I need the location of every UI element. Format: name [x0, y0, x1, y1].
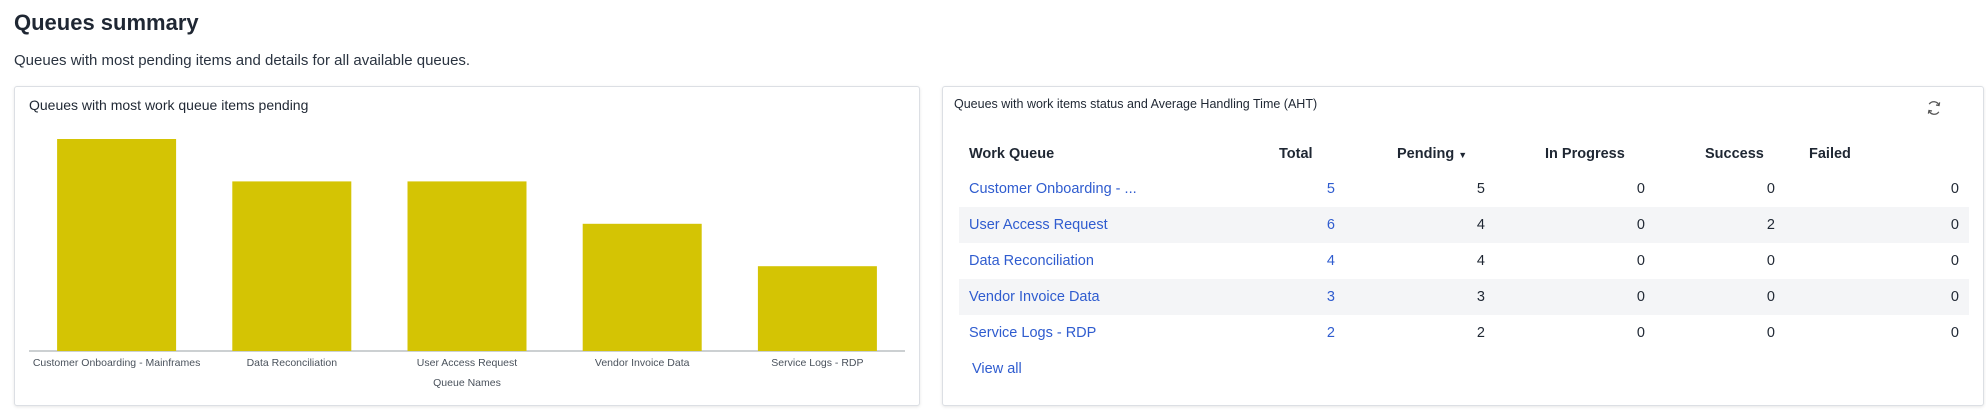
table-row: User Access Request 6 4 0 2 0 — [959, 207, 1969, 243]
table-header-row: Work Queue Total Pending ▼ In Progress Su… — [959, 137, 1969, 171]
table-row: Service Logs - RDP 2 2 0 0 0 — [959, 315, 1969, 351]
column-header-pending[interactable]: Pending ▼ — [1345, 137, 1495, 171]
table-row: Customer Onboarding - ... 5 5 0 0 0 — [959, 171, 1969, 207]
pending-value: 5 — [1476, 181, 1485, 197]
refresh-icon[interactable] — [1925, 99, 1943, 117]
success-value: 0 — [1766, 181, 1775, 197]
column-header-failed[interactable]: Failed — [1785, 137, 1969, 171]
work-queue-table: Work Queue Total Pending ▼ In Progress Su… — [959, 137, 1969, 351]
chart-bar[interactable] — [232, 181, 352, 351]
in-progress-value: 0 — [1495, 279, 1655, 315]
in-progress-value: 0 — [1636, 325, 1645, 341]
queue-status-table-card: Queues with work items status and Averag… — [942, 86, 1984, 406]
success-value: 2 — [1655, 207, 1785, 243]
failed-value: 0 — [1785, 207, 1969, 243]
chart-bar[interactable] — [582, 223, 702, 351]
pending-value: 4 — [1476, 253, 1485, 269]
pending-value: 2 — [1476, 325, 1485, 341]
pending-queues-bar-chart: Customer Onboarding - Mainframes Data Rec… — [29, 139, 905, 389]
x-axis-title: Queue Names — [433, 377, 501, 389]
queue-link[interactable]: User Access Request — [969, 217, 1108, 233]
column-header-pending-label: Pending — [1397, 146, 1455, 162]
total-link[interactable]: 5 — [1327, 181, 1335, 197]
page-subtitle: Queues with most pending items and detai… — [14, 52, 471, 69]
x-tick-label: Vendor Invoice Data — [595, 357, 690, 369]
success-value: 0 — [1655, 279, 1785, 315]
queue-link[interactable]: Service Logs - RDP — [969, 325, 1096, 341]
failed-value: 0 — [1950, 181, 1959, 197]
column-header-total[interactable]: Total — [1269, 137, 1345, 171]
failed-value: 0 — [1950, 253, 1959, 269]
failed-value: 0 — [1950, 325, 1959, 341]
column-header-success[interactable]: Success — [1655, 137, 1785, 171]
queue-link[interactable]: Data Reconciliation — [969, 253, 1094, 269]
success-value: 0 — [1766, 253, 1775, 269]
table-row: Data Reconciliation 4 4 0 0 0 — [959, 243, 1969, 279]
x-tick-label: Data Reconciliation — [247, 357, 338, 369]
x-tick-label: Service Logs - RDP — [771, 357, 863, 369]
chart-bar[interactable] — [757, 266, 877, 351]
in-progress-value: 0 — [1636, 253, 1645, 269]
table-card-title: Queues with work items status and Averag… — [954, 97, 1318, 111]
chart-bar[interactable] — [407, 181, 527, 351]
in-progress-value: 0 — [1495, 207, 1655, 243]
x-tick-label: User Access Request — [417, 357, 517, 369]
pending-value: 3 — [1345, 279, 1495, 315]
pending-queues-chart-card: Queues with most work queue items pendin… — [14, 86, 920, 406]
column-header-in-progress[interactable]: In Progress — [1495, 137, 1655, 171]
view-all-link[interactable]: View all — [972, 361, 1022, 377]
column-header-work-queue[interactable]: Work Queue — [959, 137, 1269, 171]
page-title: Queues summary — [14, 10, 199, 35]
x-tick-label: Customer Onboarding - Mainframes — [33, 357, 200, 369]
chart-bar[interactable] — [57, 139, 177, 351]
queue-link[interactable]: Customer Onboarding - ... — [969, 181, 1137, 197]
queue-link[interactable]: Vendor Invoice Data — [969, 289, 1100, 305]
total-link[interactable]: 6 — [1327, 217, 1335, 233]
success-value: 0 — [1766, 325, 1775, 341]
pending-value: 4 — [1345, 207, 1495, 243]
total-link[interactable]: 4 — [1327, 253, 1335, 269]
total-link[interactable]: 3 — [1327, 289, 1335, 305]
caret-down-icon: ▼ — [1458, 150, 1468, 160]
table-row: Vendor Invoice Data 3 3 0 0 0 — [959, 279, 1969, 315]
failed-value: 0 — [1785, 279, 1969, 315]
in-progress-value: 0 — [1636, 181, 1645, 197]
total-link[interactable]: 2 — [1327, 325, 1335, 341]
